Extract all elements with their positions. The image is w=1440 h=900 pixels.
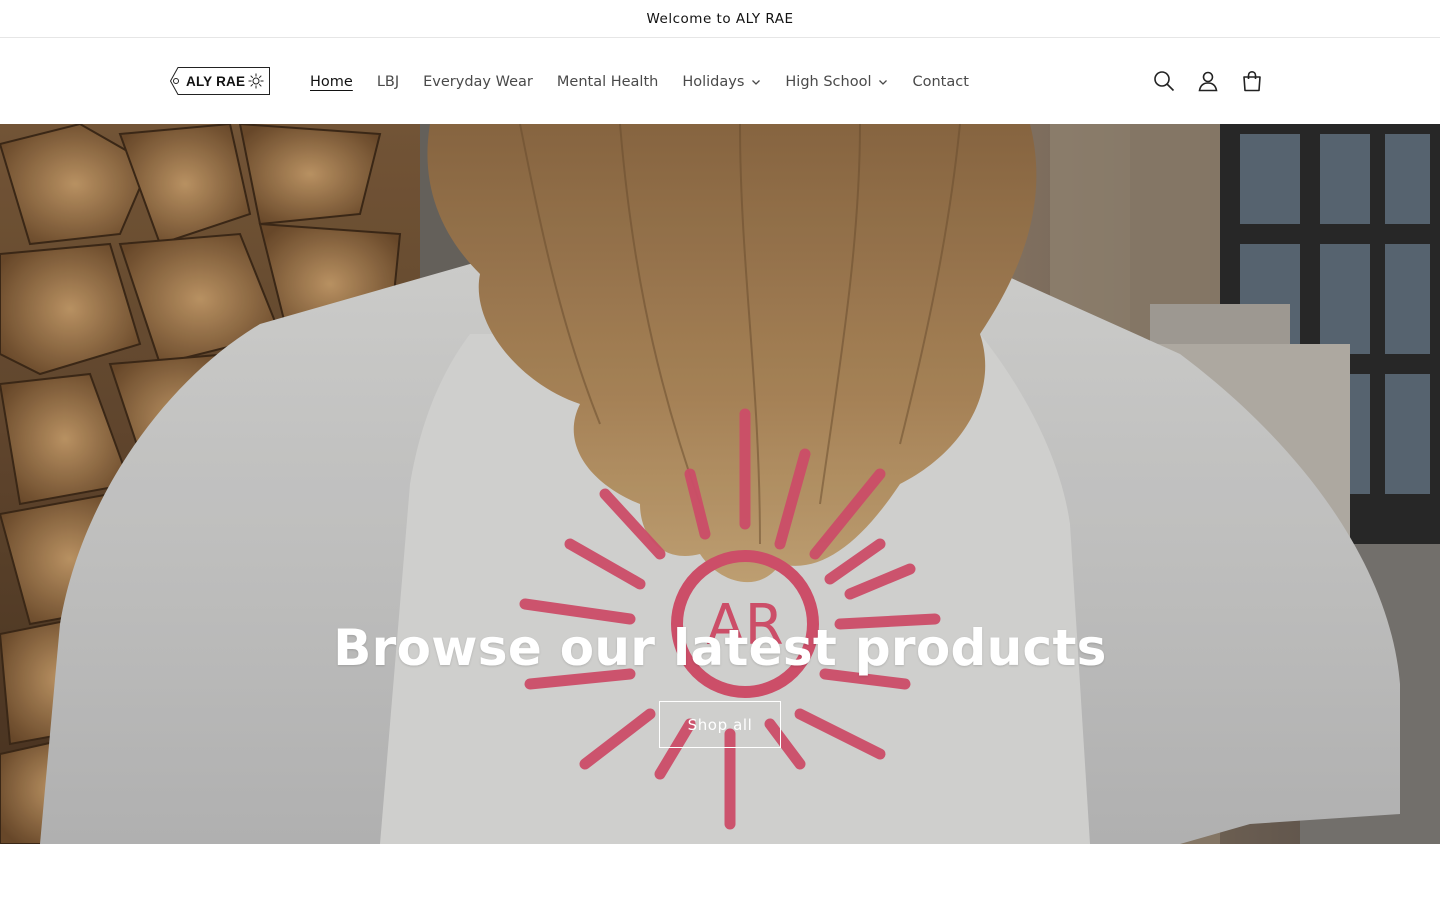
account-icon — [1198, 71, 1218, 92]
hero-banner: AR Browse our latest products Shop all — [0, 124, 1440, 844]
nav-item-lbj[interactable]: LBJ — [365, 62, 411, 102]
nav-item-label: Contact — [912, 73, 969, 90]
logo[interactable]: ALY RAE — [170, 67, 270, 95]
site-header: ALY RAE Home LBJ Everyday Wear Mental He… — [0, 39, 1440, 124]
nav-item-label: Home — [310, 73, 353, 90]
nav-item-label: Holidays — [682, 73, 745, 90]
nav-item-high-school[interactable]: High School — [773, 62, 900, 102]
account-button[interactable] — [1186, 59, 1230, 103]
hero-title: Browse our latest products — [333, 619, 1107, 677]
hero-content: Browse our latest products Shop all — [0, 619, 1440, 748]
nav-item-label: High School — [785, 73, 872, 90]
announcement-bar: Welcome to ALY RAE — [0, 0, 1440, 38]
search-button[interactable] — [1142, 59, 1186, 103]
cart-button[interactable] — [1230, 59, 1274, 103]
nav-item-home[interactable]: Home — [298, 62, 365, 102]
nav-item-mental-health[interactable]: Mental Health — [545, 62, 670, 102]
search-icon — [1154, 71, 1175, 92]
nav-item-label: Everyday Wear — [423, 73, 533, 90]
main-nav: Home LBJ Everyday Wear Mental Health Hol… — [298, 39, 981, 124]
chevron-down-icon — [752, 79, 761, 85]
header-icons — [1142, 59, 1274, 103]
nav-item-holidays[interactable]: Holidays — [670, 62, 773, 102]
cart-icon — [1243, 70, 1261, 92]
chevron-down-icon — [879, 79, 888, 85]
shop-all-button[interactable]: Shop all — [659, 701, 781, 748]
sun-icon — [248, 73, 264, 89]
nav-item-everyday-wear[interactable]: Everyday Wear — [411, 62, 545, 102]
nav-item-contact[interactable]: Contact — [900, 62, 980, 102]
logo-text: ALY RAE — [186, 73, 246, 89]
nav-item-label: LBJ — [376, 73, 400, 90]
announcement-text: Welcome to ALY RAE — [646, 10, 794, 27]
nav-item-label: Mental Health — [556, 73, 659, 90]
